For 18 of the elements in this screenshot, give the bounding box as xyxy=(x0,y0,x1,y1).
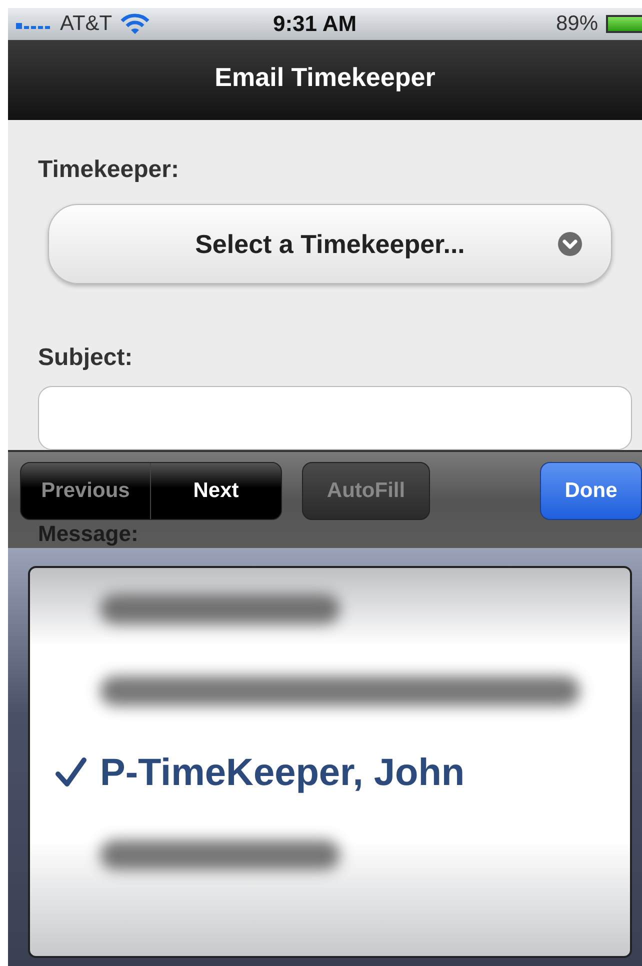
battery-icon xyxy=(606,15,642,33)
battery-percent: 89% xyxy=(556,12,598,36)
field-label: Timekeeper: xyxy=(38,156,180,184)
next-button[interactable]: Next xyxy=(151,463,281,519)
blurred-option[interactable] xyxy=(100,594,340,624)
timekeeper-select[interactable]: Select a Timekeeper... xyxy=(48,204,612,284)
field-label: Message: xyxy=(38,521,138,547)
blurred-option[interactable] xyxy=(100,676,580,706)
field-label: Subject: xyxy=(38,344,134,372)
wifi-icon xyxy=(120,13,150,35)
carrier-name: AT&T xyxy=(60,12,112,36)
picker-option[interactable]: P-TimeKeeper, John xyxy=(100,752,465,794)
screen-title: Email Timekeeper xyxy=(214,62,436,92)
clock-time: 9:31 AM xyxy=(273,11,357,37)
blurred-option[interactable] xyxy=(100,840,340,870)
done-button[interactable]: Done xyxy=(540,462,642,520)
subject-field[interactable] xyxy=(38,386,632,450)
chevron-down-icon xyxy=(557,231,583,257)
